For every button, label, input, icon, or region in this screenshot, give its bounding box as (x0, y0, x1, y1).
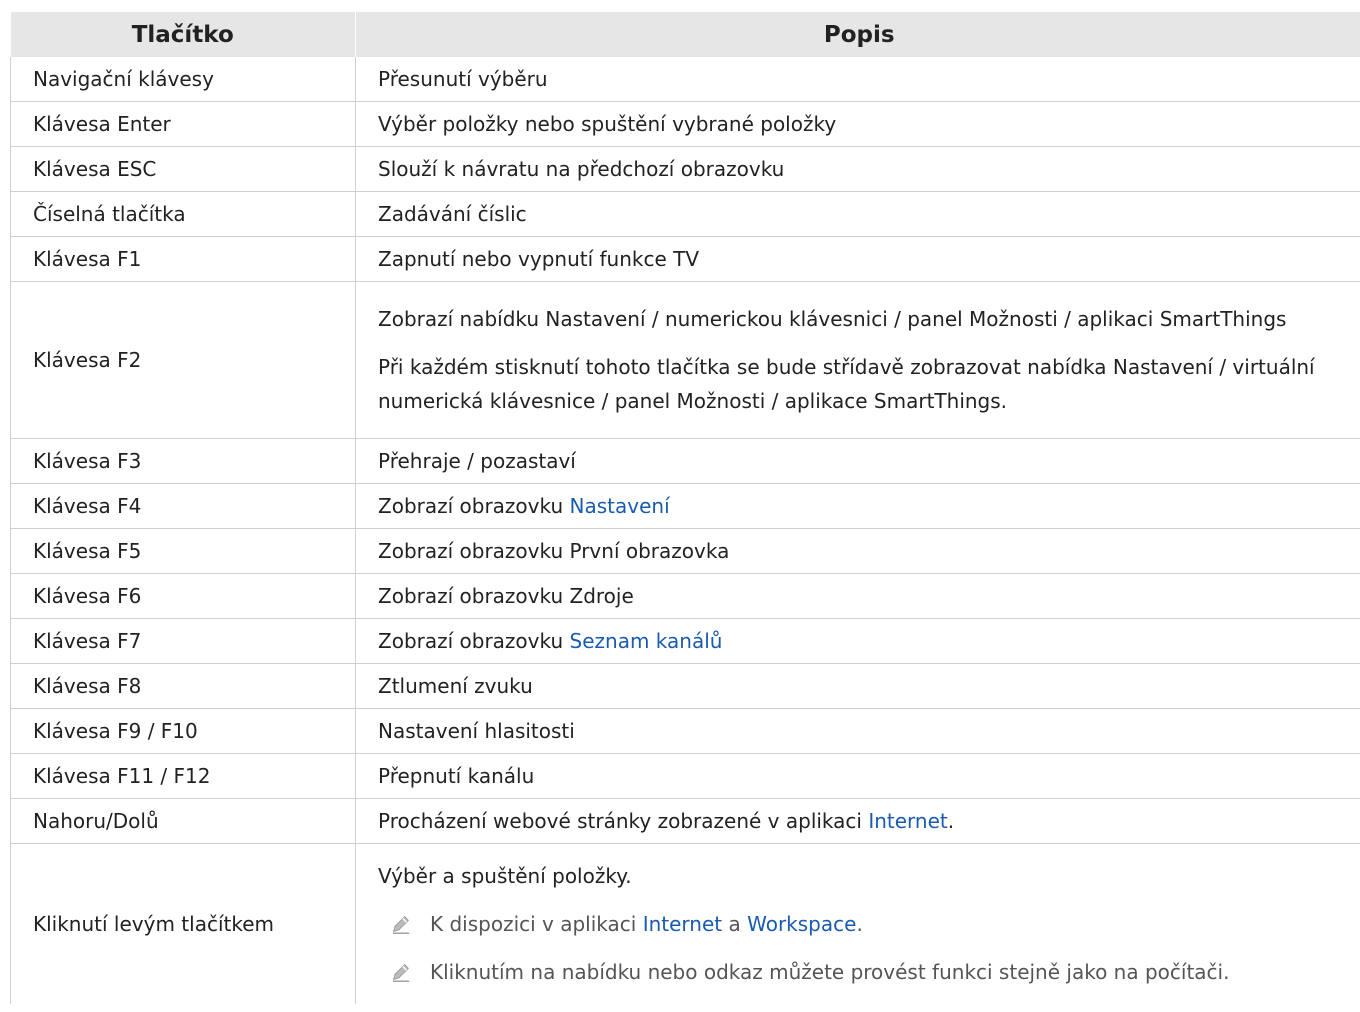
description-line: Při každém stisknutí tohoto tlačítka se … (378, 355, 1315, 413)
table-row: Navigační klávesy Přesunutí výběru (10, 57, 1360, 102)
table-row: Nahoru/Dolů Procházení webové stránky zo… (10, 798, 1360, 844)
description-line: Zobrazí nabídku Nastavení / numerickou k… (378, 307, 1287, 331)
description-text: Zobrazí obrazovku (378, 494, 570, 518)
table-row: Klávesa Enter Výběr položky nebo spuštěn… (10, 101, 1360, 147)
table-row: Klávesa F5 Zobrazí obrazovku První obraz… (10, 528, 1360, 574)
description-cell: Výběr položky nebo spuštění vybrané polo… (355, 101, 1360, 147)
key-cell: Klávesa F8 (10, 663, 356, 709)
key-cell: Navigační klávesy (10, 57, 356, 102)
description-cell: Výběr a spuštění položky. K dispozici v … (356, 844, 1360, 1005)
internet-link[interactable]: Internet (868, 809, 947, 833)
description-text: Procházení webové stránky zobrazené v ap… (378, 809, 869, 833)
description-cell: Zobrazí nabídku Nastavení / numerickou k… (355, 281, 1360, 439)
description-cell: Ztlumení zvuku (355, 663, 1360, 709)
key-cell: Klávesa F11 / F12 (10, 753, 356, 799)
description-text: Zobrazí obrazovku (378, 629, 570, 653)
note-text: K dispozici v aplikaci Internet a Worksp… (430, 907, 863, 941)
table-row: Klávesa F4 Zobrazí obrazovku Nastavení (10, 483, 1360, 529)
key-cell: Klávesa ESC (10, 146, 356, 192)
description-cell: Procházení webové stránky zobrazené v ap… (355, 798, 1360, 844)
description-cell: Nastavení hlasitosti (355, 708, 1360, 754)
note-text-part: K dispozici v aplikaci (430, 912, 643, 936)
table-row: Klávesa F1 Zapnutí nebo vypnutí funkce T… (10, 236, 1360, 282)
key-cell: Kliknutí levým tlačítkem (10, 843, 356, 1004)
table-row: Klávesa F9 / F10 Nastavení hlasitosti (10, 708, 1360, 754)
pencil-icon (392, 964, 410, 982)
keyboard-shortcut-table: Tlačítko Popis Navigační klávesy Přesunu… (10, 12, 1360, 1004)
description-cell: Zobrazí obrazovku Zdroje (355, 573, 1360, 619)
pencil-icon (392, 916, 410, 934)
note-text: Kliknutím na nabídku nebo odkaz můžete p… (430, 960, 1230, 984)
description-cell: Zobrazí obrazovku Nastavení (355, 483, 1360, 529)
description-cell: Přehraje / pozastaví (355, 438, 1360, 484)
internet-link[interactable]: Internet (643, 912, 722, 936)
note-text-part: . (856, 912, 863, 936)
table-row: Klávesa ESC Slouží k návratu na předchoz… (10, 146, 1360, 192)
table-header-row: Tlačítko Popis (10, 12, 1360, 57)
description-line: Výběr a spuštění položky. (378, 864, 632, 888)
key-cell: Klávesa Enter (10, 101, 356, 147)
key-cell: Klávesa F9 / F10 (10, 708, 356, 754)
description-cell: Slouží k návratu na předchozí obrazovku (355, 146, 1360, 192)
note-line: K dispozici v aplikaci Internet a Worksp… (378, 907, 1360, 941)
key-cell: Nahoru/Dolů (10, 798, 356, 844)
key-cell: Klávesa F6 (10, 573, 356, 619)
table-row: Klávesa F7 Zobrazí obrazovku Seznam kaná… (10, 618, 1360, 664)
key-cell: Klávesa F1 (10, 236, 356, 282)
table-row: Klávesa F6 Zobrazí obrazovku Zdroje (10, 573, 1360, 619)
table-row: Klávesa F2 Zobrazí nabídku Nastavení / n… (10, 281, 1360, 439)
key-cell: Číselná tlačítka (10, 191, 356, 237)
description-cell: Zobrazí obrazovku Seznam kanálů (355, 618, 1360, 664)
description-cell: Zapnutí nebo vypnutí funkce TV (355, 236, 1360, 282)
description-cell: Přepnutí kanálu (355, 753, 1360, 799)
key-cell: Klávesa F5 (10, 528, 356, 574)
workspace-link[interactable]: Workspace (747, 912, 856, 936)
table-row: Klávesa F8 Ztlumení zvuku (10, 663, 1360, 709)
note-text-part: a (722, 912, 748, 936)
table-row: Číselná tlačítka Zadávání číslic (10, 191, 1360, 237)
key-cell: Klávesa F4 (10, 483, 356, 529)
description-cell: Zobrazí obrazovku První obrazovka (355, 528, 1360, 574)
table-row: Klávesa F3 Přehraje / pozastaví (10, 438, 1360, 484)
settings-link[interactable]: Nastavení (570, 494, 670, 518)
note-line: Kliknutím na nabídku nebo odkaz můžete p… (378, 955, 1360, 989)
key-cell: Klávesa F3 (10, 438, 356, 484)
table-row: Klávesa F11 / F12 Přepnutí kanálu (10, 753, 1360, 799)
header-button: Tlačítko (10, 12, 356, 57)
channel-list-link[interactable]: Seznam kanálů (570, 629, 723, 653)
key-cell: Klávesa F2 (10, 281, 356, 439)
key-cell: Klávesa F7 (10, 618, 356, 664)
description-cell: Přesunutí výběru (355, 57, 1360, 102)
table-row: Kliknutí levým tlačítkem Výběr a spuštěn… (10, 843, 1360, 1005)
description-cell: Zadávání číslic (355, 191, 1360, 237)
header-description: Popis (355, 12, 1360, 57)
description-text: . (947, 809, 955, 833)
